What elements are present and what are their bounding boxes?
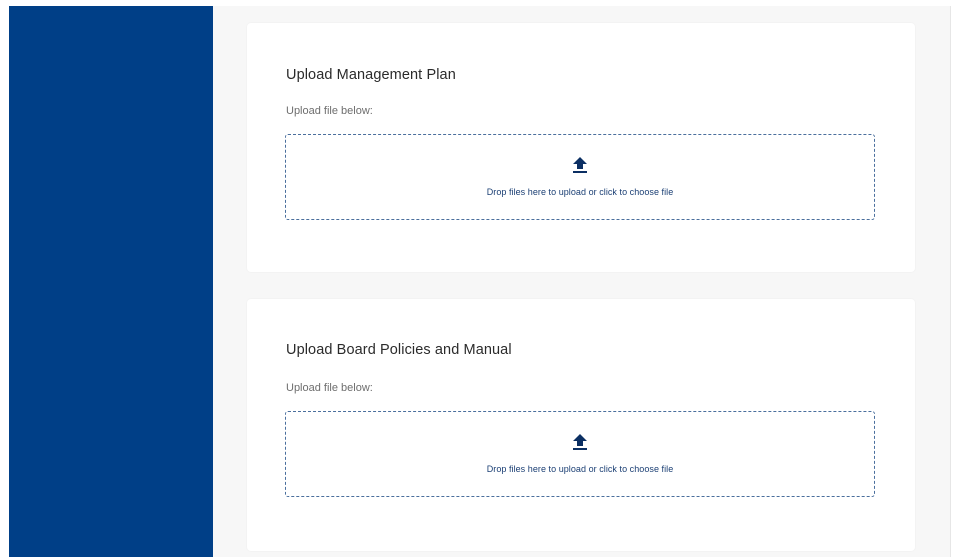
dropzone-label: Drop files here to upload or click to ch… — [486, 464, 674, 474]
dropzone-label: Drop files here to upload or click to ch… — [486, 187, 674, 197]
upload-management-plan-card: Upload Management Plan Upload file below… — [247, 23, 915, 272]
upload-arrow-icon — [573, 434, 587, 450]
upload-board-policies-card: Upload Board Policies and Manual Upload … — [247, 299, 915, 551]
main-content: Upload Management Plan Upload file below… — [213, 6, 950, 557]
file-dropzone[interactable]: Drop files here to upload or click to ch… — [285, 411, 875, 497]
upload-instruction: Upload file below: — [286, 382, 373, 394]
sidebar — [9, 6, 213, 557]
upload-arrow-icon — [573, 157, 587, 173]
section-title: Upload Management Plan — [286, 67, 456, 83]
upload-instruction: Upload file below: — [286, 105, 373, 117]
file-dropzone[interactable]: Drop files here to upload or click to ch… — [285, 134, 875, 220]
section-title: Upload Board Policies and Manual — [286, 342, 512, 358]
scrollbar-track — [950, 6, 951, 557]
